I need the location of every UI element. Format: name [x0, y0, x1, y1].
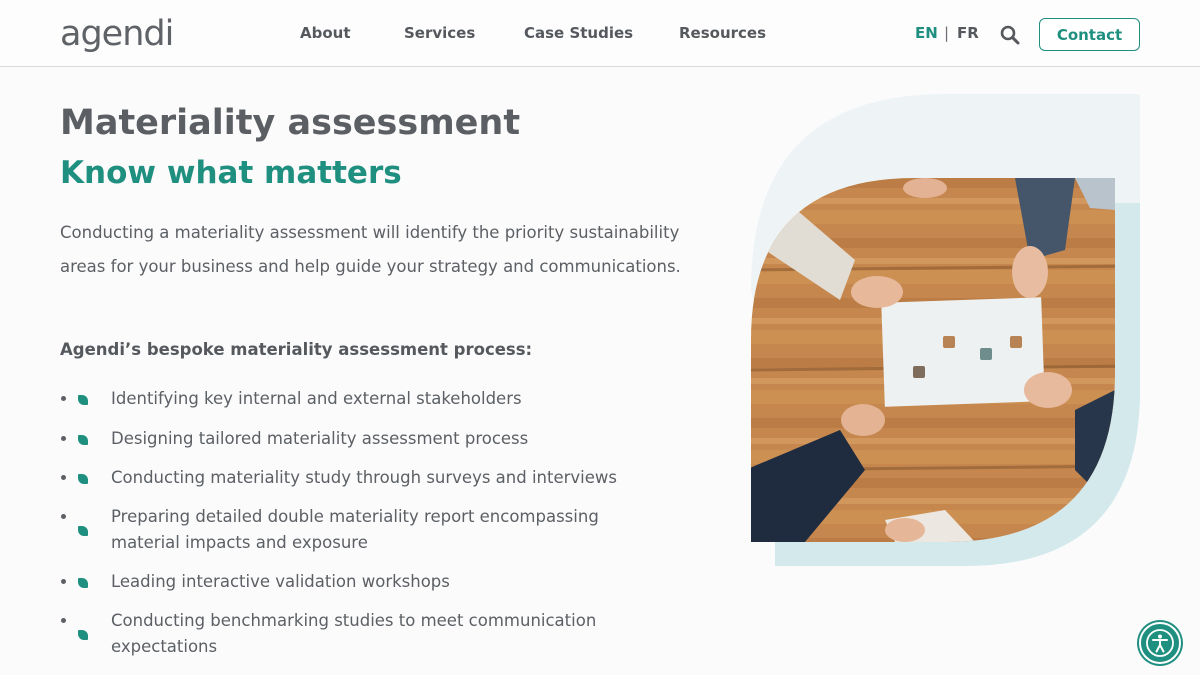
- nav-services[interactable]: Services: [404, 24, 475, 42]
- page-subtitle: Know what matters: [60, 155, 402, 191]
- leaf-bullet-icon: [78, 435, 88, 445]
- leaf-bullet-icon: [78, 630, 88, 640]
- search-icon[interactable]: [1000, 25, 1020, 45]
- list-item-text: Preparing detailed double materiality re…: [111, 507, 599, 552]
- list-item: Conducting benchmarking studies to meet …: [78, 608, 638, 656]
- list-item-text: Conducting materiality study through sur…: [111, 468, 618, 487]
- list-item: Preparing detailed double materiality re…: [78, 504, 638, 552]
- list-item-text: Identifying key internal and external st…: [111, 389, 522, 408]
- list-item-text: Conducting benchmarking studies to meet …: [111, 611, 597, 656]
- leaf-bullet-icon: [78, 474, 88, 484]
- lang-separator: |: [944, 24, 950, 42]
- site-header: agendi About Services Case Studies Resou…: [0, 0, 1200, 67]
- list-item: Leading interactive validation workshops: [78, 569, 638, 595]
- leaf-bullet-icon: [78, 578, 88, 588]
- list-item: Conducting materiality study through sur…: [78, 465, 638, 491]
- process-heading: Agendi’s bespoke materiality assessment …: [60, 340, 533, 359]
- list-item-text: Designing tailored materiality assessmen…: [111, 429, 529, 448]
- page-title: Materiality assessment: [60, 103, 521, 143]
- leaf-bullet-icon: [78, 395, 88, 405]
- list-item-text: Leading interactive validation workshops: [111, 572, 450, 591]
- hero-illustration: [745, 90, 1145, 570]
- nav-case-studies[interactable]: Case Studies: [524, 24, 633, 42]
- agendi-logo[interactable]: agendi: [60, 14, 174, 54]
- nav-about[interactable]: About: [300, 24, 351, 42]
- lang-fr[interactable]: FR: [957, 24, 979, 42]
- list-item: Designing tailored materiality assessmen…: [78, 426, 638, 452]
- lang-en[interactable]: EN: [915, 24, 938, 42]
- accessibility-icon[interactable]: [1139, 622, 1181, 664]
- list-item: Identifying key internal and external st…: [78, 386, 638, 412]
- leaf-bullet-icon: [78, 526, 88, 536]
- contact-button[interactable]: Contact: [1039, 18, 1140, 51]
- intro-paragraph: Conducting a materiality assessment will…: [60, 223, 681, 276]
- nav-resources[interactable]: Resources: [679, 24, 766, 42]
